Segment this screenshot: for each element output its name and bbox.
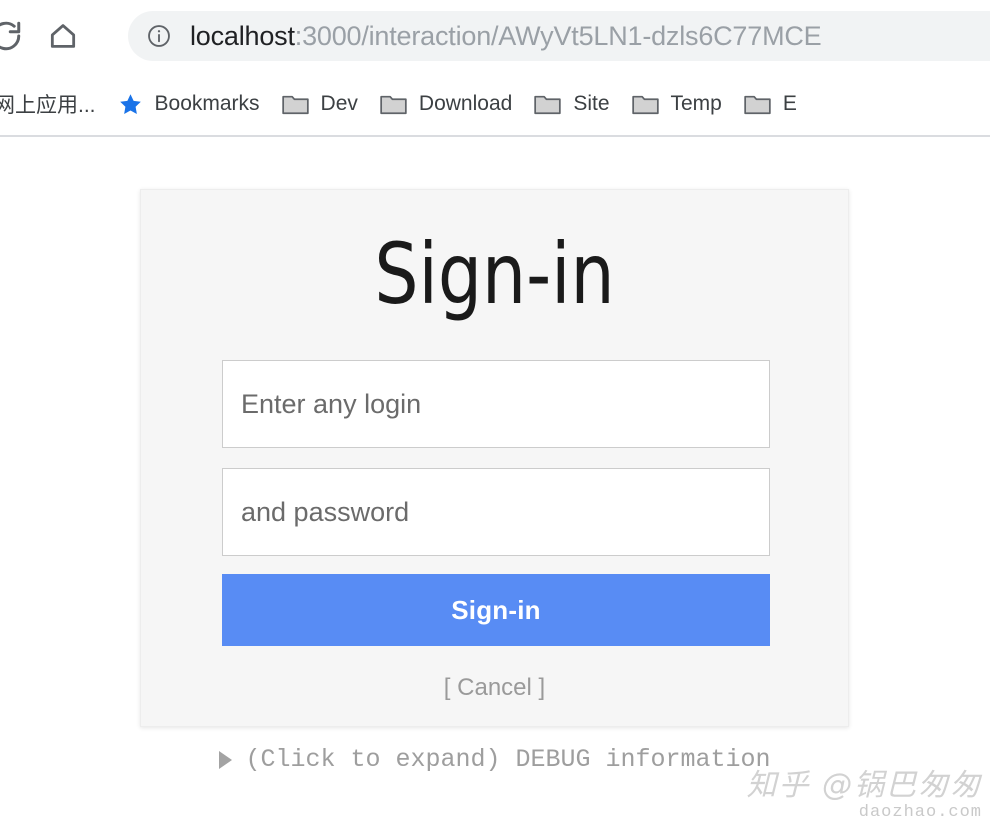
watermark-main-text: 知乎 @锅巴匆匆: [746, 767, 982, 803]
bookmark-label: Bookmarks: [154, 92, 260, 115]
folder-icon: [281, 93, 309, 116]
browser-chrome: localhost:3000/interaction/AWyVt5LN1-dzl…: [0, 0, 990, 137]
url-host: localhost: [190, 20, 295, 51]
bookmark-label: Temp: [670, 92, 722, 115]
bookmark-item-site[interactable]: Site: [523, 84, 620, 124]
star-icon: [118, 92, 143, 117]
page-title: Sign-in: [374, 225, 615, 323]
debug-summary-label: (Click to expand) DEBUG information: [245, 745, 771, 774]
info-circle-icon[interactable]: [146, 23, 172, 49]
home-icon[interactable]: [43, 16, 83, 56]
password-input[interactable]: [222, 468, 770, 556]
bookmarks-bar: 网上应用... Bookmarks Dev Download Site Temp…: [0, 76, 990, 132]
watermark: 知乎 @锅巴匆匆 daozhao.com: [746, 767, 982, 822]
bookmark-item-temp[interactable]: Temp: [621, 84, 733, 124]
bookmark-label: Download: [418, 92, 513, 115]
folder-icon: [744, 93, 771, 116]
signin-form: Sign-in [ Cancel ]: [141, 360, 848, 702]
folder-icon: [534, 93, 562, 116]
folder-icon: [631, 93, 659, 116]
bookmark-item-download[interactable]: Download: [369, 84, 523, 124]
signin-card: Sign-in Sign-in [ Cancel ]: [140, 189, 849, 727]
chevron-right-icon: [219, 750, 233, 769]
address-bar[interactable]: localhost:3000/interaction/AWyVt5LN1-dzl…: [128, 11, 990, 61]
bookmark-item-overflow[interactable]: E: [733, 84, 808, 124]
signin-button[interactable]: Sign-in: [222, 574, 770, 646]
bookmark-label: Dev: [320, 92, 358, 115]
cancel-link[interactable]: [ Cancel ]: [222, 674, 767, 702]
bookmark-label: E: [782, 92, 797, 115]
page-content: Sign-in Sign-in [ Cancel ] (Click to exp…: [0, 137, 990, 826]
bookmark-item-bookmarks[interactable]: Bookmarks: [107, 84, 271, 124]
watermark-sub-text: daozhao.com: [858, 803, 982, 822]
folder-icon: [380, 93, 407, 116]
browser-toolbar: localhost:3000/interaction/AWyVt5LN1-dzl…: [0, 0, 990, 72]
bookmark-item-web-apps[interactable]: 网上应用...: [0, 84, 107, 124]
reload-icon[interactable]: [0, 16, 26, 56]
url-path: :3000/interaction/AWyVt5LN1-dzls6C77MCE: [294, 20, 822, 51]
bookmark-label: Site: [573, 92, 610, 115]
bookmark-item-dev[interactable]: Dev: [271, 84, 369, 124]
bookmark-label: 网上应用...: [0, 94, 96, 117]
debug-expand-toggle[interactable]: (Click to expand) DEBUG information: [219, 745, 771, 774]
debug-section: (Click to expand) DEBUG information: [0, 745, 990, 774]
login-input[interactable]: [222, 360, 770, 448]
address-bar-url[interactable]: localhost:3000/interaction/AWyVt5LN1-dzl…: [190, 21, 821, 52]
